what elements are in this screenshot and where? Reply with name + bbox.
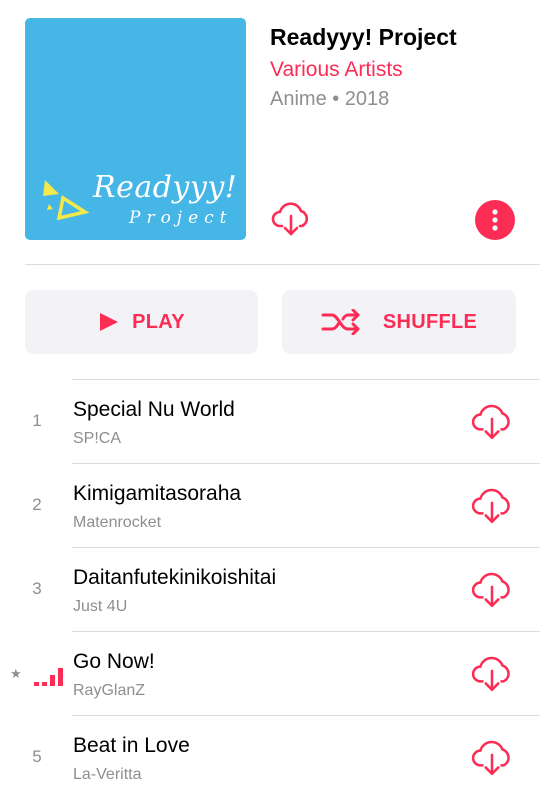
track-row[interactable]: 1 Special Nu World SP!CA [0,379,540,463]
cloud-download-icon [471,740,510,776]
album-meta: Anime • 2018 [270,88,390,110]
track-artist: Just 4U [73,598,128,615]
cloud-download-icon [471,488,510,524]
download-track-button[interactable] [468,569,516,611]
ellipsis-vertical-icon [492,209,498,231]
shuffle-button[interactable]: SHUFFLE [282,290,516,354]
download-track-button[interactable] [468,653,516,695]
cloud-download-icon [271,202,309,236]
download-track-button[interactable] [468,485,516,527]
row-divider [72,631,540,632]
play-button-label: PLAY [132,310,185,333]
play-icon [100,313,119,331]
track-title: Beat in Love [73,734,190,757]
download-album-button[interactable] [270,200,312,238]
row-divider [72,547,540,548]
now-playing-equalizer-icon [34,668,63,686]
track-title: Special Nu World [73,398,235,421]
cloud-download-icon [471,404,510,440]
download-track-button[interactable] [468,737,516,779]
album-header: Readyyy! Project Readyyy! Project Variou… [0,0,540,265]
more-options-button[interactable] [475,200,515,240]
album-artist-link[interactable]: Various Artists [270,58,403,82]
track-title: Daitanfutekinikoishitai [73,566,277,589]
track-artist: RayGlanZ [73,682,146,699]
artwork-title: Readyyy! [93,170,238,205]
artwork-subtitle: Project [129,208,233,228]
logo-triangles-icon [43,180,90,221]
play-button[interactable]: PLAY [25,290,258,354]
track-number: 3 [32,579,42,598]
row-divider [72,463,540,464]
track-title: Kimigamitasoraha [73,482,242,505]
track-number: 2 [32,495,42,514]
track-row[interactable]: 3 Daitanfutekinikoishitai Just 4U [0,547,540,631]
row-divider [72,715,540,716]
album-artwork[interactable]: Readyyy! Project [25,18,246,240]
track-artist: Matenrocket [73,514,162,531]
track-artist: La-Veritta [73,766,142,783]
track-artist: SP!CA [73,430,122,447]
header-divider [25,264,540,265]
cloud-download-icon [471,572,510,608]
track-number: 5 [32,747,42,766]
track-row[interactable]: 5 Beat in Love La-Veritta [0,715,540,795]
album-title: Readyyy! Project [270,24,457,50]
shuffle-icon [321,309,360,335]
track-list: 1 Special Nu World SP!CA 2 Kimigamitasor… [0,379,540,795]
track-number: 1 [32,411,42,430]
cloud-download-icon [471,656,510,692]
row-divider [72,379,540,380]
track-row-now-playing[interactable]: ★ Go Now! RayGlanZ [0,631,540,715]
track-title: Go Now! [73,650,155,673]
shuffle-button-label: SHUFFLE [382,310,478,333]
track-row[interactable]: 2 Kimigamitasoraha Matenrocket [0,463,540,547]
favorite-star-icon: ★ [10,666,22,681]
download-track-button[interactable] [468,401,516,443]
